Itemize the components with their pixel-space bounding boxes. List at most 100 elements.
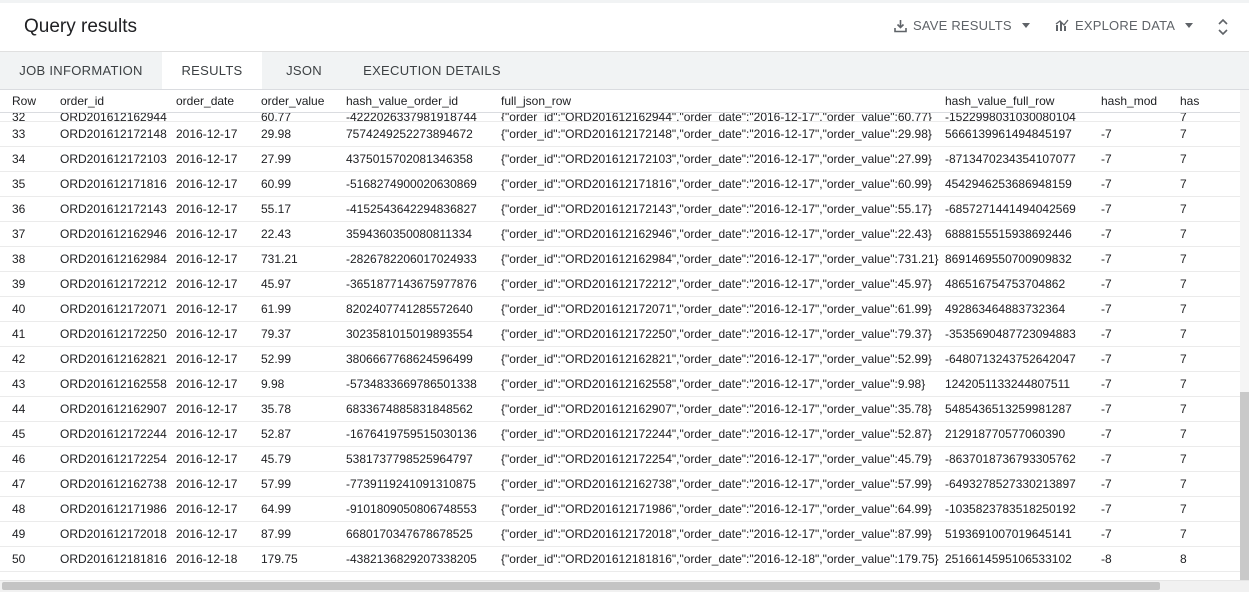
table-cell-hash-value-full-row: 212918770577060390 — [945, 421, 1101, 447]
table-row[interactable]: 37 ORD201612162946 2016-12-17 22.43 35943603… — [0, 221, 1240, 247]
table-cell-order-date: 2016-12-17 — [176, 196, 261, 222]
table-cell-row: 36 — [0, 196, 48, 222]
table-cell-row: 39 — [0, 271, 48, 297]
table-row[interactable]: 40 ORD201612172071 2016-12-17 61.99 82024077… — [0, 296, 1240, 322]
table-cell-hash-mod: -7 — [1101, 171, 1180, 197]
table-row[interactable]: 43 ORD201612162558 2016-12-17 9.98 -57348336… — [0, 371, 1240, 397]
table-cell-hash-value-order-id: -4382136829207338205 — [346, 546, 501, 572]
column-header-order-value[interactable]: order_value — [261, 90, 346, 113]
table-row-partial[interactable]: 32 ORD201612162944 60.77 -42220263379819187… — [0, 112, 1240, 122]
table-cell-hash-value-order-id: -1676419759515030136 — [346, 421, 501, 447]
column-header-hash-mod[interactable]: hash_mod — [1101, 90, 1180, 113]
table-row[interactable]: 36 ORD201612172143 2016-12-17 55.17 -4152543… — [0, 196, 1240, 222]
table-row[interactable]: 41 ORD201612172250 2016-12-17 79.37 30235810… — [0, 321, 1240, 347]
table-cell-order-id: ORD201612172250 — [48, 321, 176, 347]
table-row[interactable]: 45 ORD201612172244 2016-12-17 52.87 -1676419… — [0, 421, 1240, 447]
table-cell-order-value: 179.75 — [261, 546, 346, 572]
table-cell-order-id: ORD201612172244 — [48, 421, 176, 447]
table-row[interactable]: 49 ORD201612172018 2016-12-17 87.99 66801703… — [0, 521, 1240, 547]
table-row[interactable]: 39 ORD201612172212 2016-12-17 45.97 -3651877… — [0, 271, 1240, 297]
table-cell-row: 33 — [0, 121, 48, 147]
table-cell-hash-mod: -7 — [1101, 121, 1180, 147]
table-cell-full-json-row: {"order_id":"ORD201612162907","order_dat… — [501, 396, 945, 422]
table-cell-row: 44 — [0, 396, 48, 422]
results-tabs: JOB INFORMATION RESULTS JSON EXECUTION D… — [0, 52, 1249, 91]
tab-results[interactable]: RESULTS — [162, 52, 262, 91]
table-row[interactable]: 48 ORD201612171986 2016-12-17 64.99 -9101809… — [0, 496, 1240, 522]
expand-collapse-icon[interactable] — [1216, 17, 1230, 37]
table-cell-hash-value-full-row: -8637018736793305762 — [945, 446, 1101, 472]
table-cell-hash-truncated: 7 — [1180, 196, 1240, 222]
table-row[interactable]: 33 ORD201612172148 2016-12-17 29.98 75742492… — [0, 121, 1240, 147]
table-cell-hash-value-order-id: -5734833669786501338 — [346, 371, 501, 397]
table-cell-order-date: 2016-12-17 — [176, 171, 261, 197]
column-header-order-date[interactable]: order_date — [176, 90, 261, 113]
table-cell-hash-value-order-id: 3023581015019893554 — [346, 321, 501, 347]
horizontal-scrollbar-thumb[interactable] — [2, 582, 1160, 590]
table-cell-order-value: 29.98 — [261, 121, 346, 147]
table-cell-order-date: 2016-12-17 — [176, 146, 261, 172]
table-cell-hash-mod: -7 — [1101, 321, 1180, 347]
table-cell-hash-truncated: 7 — [1180, 396, 1240, 422]
column-header-row[interactable]: Row — [0, 90, 48, 113]
table-cell-order-value: 52.99 — [261, 346, 346, 372]
save-results-button[interactable]: SAVE RESULTS — [894, 18, 1030, 33]
table-cell-hash-value-order-id: 3594360350080811334 — [346, 221, 501, 247]
column-header-hash-truncated[interactable]: has — [1180, 90, 1240, 113]
table-cell-order-id: ORD201612181816 — [48, 546, 176, 572]
table-cell-row: 41 — [0, 321, 48, 347]
table-cell-order-date: 2016-12-17 — [176, 296, 261, 322]
table-cell-order-date: 2016-12-17 — [176, 471, 261, 497]
table-body: 32 ORD201612162944 60.77 -42220263379819187… — [0, 112, 1240, 572]
vertical-scrollbar-thumb[interactable] — [1240, 392, 1249, 580]
table-cell-row: 38 — [0, 246, 48, 272]
table-cell-order-date: 2016-12-17 — [176, 496, 261, 522]
column-header-hash-value-order-id[interactable]: hash_value_order_id — [346, 90, 501, 113]
table-cell-order-date: 2016-12-17 — [176, 321, 261, 347]
table-cell-hash-value-order-id: 3806667768624596499 — [346, 346, 501, 372]
table-cell-full-json-row: {"order_id":"ORD201612162984","order_dat… — [501, 246, 945, 272]
table-row[interactable]: 44 ORD201612162907 2016-12-17 35.78 68336748… — [0, 396, 1240, 422]
table-cell-full-json-row: {"order_id":"ORD201612172254","order_dat… — [501, 446, 945, 472]
table-cell-hash-truncated: 7 — [1180, 471, 1240, 497]
table-cell-order-value: 45.79 — [261, 446, 346, 472]
chevron-down-icon — [1021, 23, 1030, 28]
table-cell-order-id: ORD201612172071 — [48, 296, 176, 322]
table-cell-full-json-row: {"order_id":"ORD201612171986","order_dat… — [501, 496, 945, 522]
table-cell-hash-value-full-row: 5485436513259981287 — [945, 396, 1101, 422]
results-table-container[interactable]: Row order_id order_date order_value hash_val… — [0, 90, 1240, 580]
table-cell-hash-value-full-row: -8713470234354107077 — [945, 146, 1101, 172]
table-cell-hash-truncated: 7 — [1180, 112, 1240, 122]
table-cell-full-json-row: {"order_id":"ORD201612172212","order_dat… — [501, 271, 945, 297]
table-cell-order-date: 2016-12-17 — [176, 396, 261, 422]
tab-json[interactable]: JSON — [272, 52, 336, 89]
table-cell-order-date: 2016-12-17 — [176, 121, 261, 147]
table-cell-full-json-row: {"order_id":"ORD201612172071","order_dat… — [501, 296, 945, 322]
table-row[interactable]: 38 ORD201612162984 2016-12-17 731.21 -282678… — [0, 246, 1240, 272]
table-row[interactable]: 47 ORD201612162738 2016-12-17 57.99 -7739119… — [0, 471, 1240, 497]
explore-data-button[interactable]: EXPLORE DATA — [1055, 18, 1194, 33]
table-cell-full-json-row: {"order_id":"ORD201612162821","order_dat… — [501, 346, 945, 372]
table-row[interactable]: 42 ORD201612162821 2016-12-17 52.99 38066677… — [0, 346, 1240, 372]
table-cell-row: 50 — [0, 546, 48, 572]
table-cell-hash-truncated: 7 — [1180, 171, 1240, 197]
column-header-full-json-row[interactable]: full_json_row — [501, 90, 945, 113]
table-cell-order-id: ORD201612162946 — [48, 221, 176, 247]
table-cell-hash-mod: -7 — [1101, 521, 1180, 547]
table-cell-hash-mod: -7 — [1101, 421, 1180, 447]
table-cell-order-id: ORD201612172018 — [48, 521, 176, 547]
table-row[interactable]: 35 ORD201612171816 2016-12-17 60.99 -5168274… — [0, 171, 1240, 197]
column-header-hash-value-full-row[interactable]: hash_value_full_row — [945, 90, 1101, 113]
download-icon — [894, 19, 907, 32]
table-cell-hash-value-order-id: 5381737798525964797 — [346, 446, 501, 472]
table-cell-hash-truncated: 7 — [1180, 346, 1240, 372]
tab-execution-details[interactable]: EXECUTION DETAILS — [348, 52, 516, 89]
table-row[interactable]: 46 ORD201612172254 2016-12-17 45.79 53817377… — [0, 446, 1240, 472]
table-row[interactable]: 50 ORD201612181816 2016-12-18 179.75 -438213… — [0, 546, 1240, 572]
table-row[interactable]: 34 ORD201612172103 2016-12-17 27.99 43750157… — [0, 146, 1240, 172]
table-cell-full-json-row: {"order_id":"ORD201612172103","order_dat… — [501, 146, 945, 172]
column-header-order-id[interactable]: order_id — [48, 90, 176, 113]
table-cell-hash-value-full-row: -1522998031030080104 — [945, 112, 1101, 122]
tab-job-information[interactable]: JOB INFORMATION — [10, 52, 152, 89]
table-cell-order-id: ORD201612172254 — [48, 446, 176, 472]
